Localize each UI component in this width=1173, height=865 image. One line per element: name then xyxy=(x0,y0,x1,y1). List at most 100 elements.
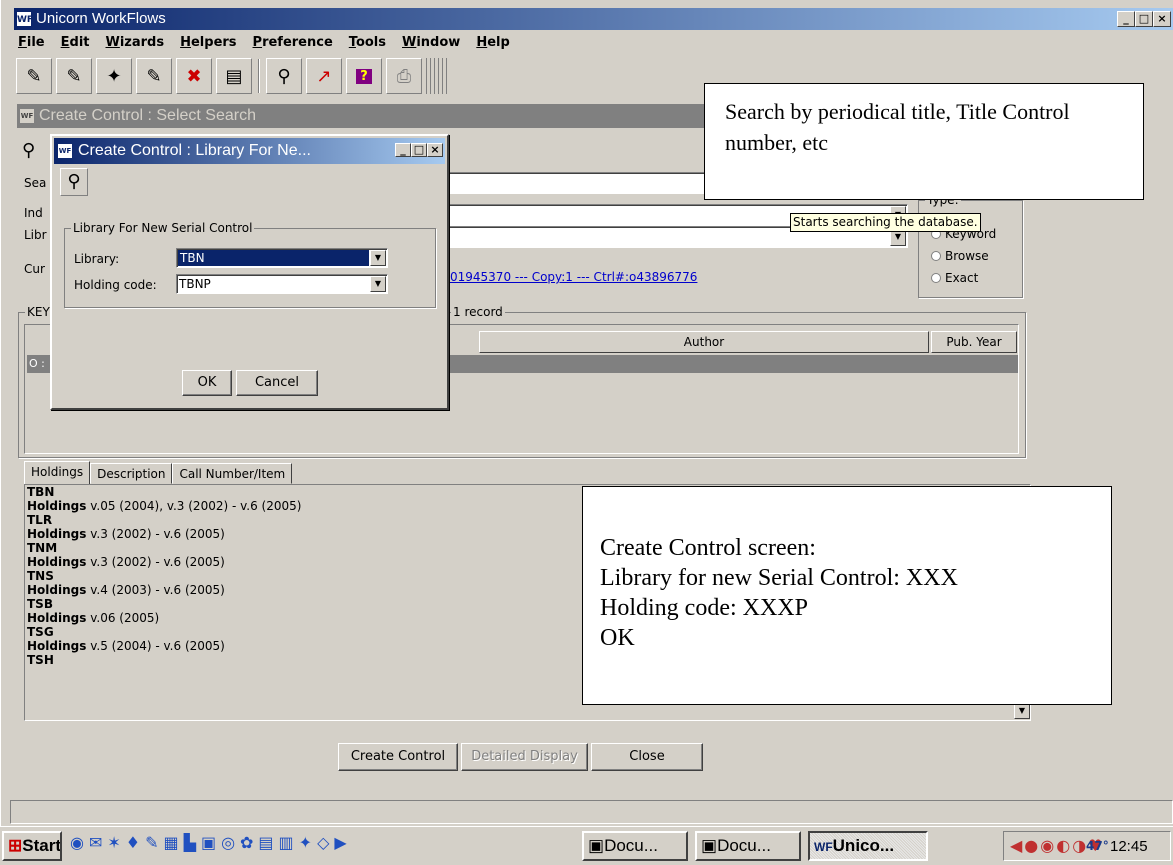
library-label: Libr xyxy=(24,228,47,242)
callout-line: Create Control screen: xyxy=(600,535,816,561)
holding-code-select[interactable]: TBNP ▼ xyxy=(176,274,388,294)
menu-edit[interactable]: Edit xyxy=(61,35,90,50)
search-tooltip: Starts searching the database. xyxy=(790,213,981,232)
holding-statement-label: Holdings xyxy=(27,555,87,569)
detailed-display-button[interactable]: Detailed Display xyxy=(461,743,588,771)
radio-browse[interactable]: Browse xyxy=(931,245,996,267)
menu-file[interactable]: File xyxy=(18,35,45,50)
close-button[interactable]: Close xyxy=(591,743,703,771)
library-group-legend: Library For New Serial Control xyxy=(71,221,255,235)
menu-helpers[interactable]: Helpers xyxy=(180,35,236,50)
print-icon[interactable]: ⎙ xyxy=(386,58,422,94)
app-icon: WF xyxy=(16,11,33,27)
holding-statement-value: v.05 (2004), v.3 (2002) - v.6 (2005) xyxy=(90,499,302,513)
radio-browse-label: Browse xyxy=(945,249,989,263)
wf-icon: WF xyxy=(814,840,833,854)
display-icon[interactable]: ▤ xyxy=(216,58,252,94)
callout-line: Library for new Serial Control: XXX xyxy=(600,565,958,591)
library-group: Library For New Serial Control xyxy=(64,221,436,308)
radio-exact-label: Exact xyxy=(945,271,979,285)
renew-icon[interactable]: ✦ xyxy=(96,58,132,94)
tab-call-number-item[interactable]: Call Number/Item xyxy=(172,463,293,484)
task-unicorn[interactable]: WFUnico... xyxy=(808,831,928,861)
column-pub-year[interactable]: Pub. Year xyxy=(931,331,1017,353)
inner-app-icon: WF xyxy=(20,109,34,123)
menu-tools[interactable]: Tools xyxy=(349,35,386,50)
radio-exact[interactable]: Exact xyxy=(931,267,996,289)
discharge-icon[interactable]: ✎ xyxy=(56,58,92,94)
tab-description[interactable]: Description xyxy=(90,463,173,484)
quick-launch-icons[interactable]: ◉✉✶♦✎▦▙▣◎✿▤▥✦◇▶ xyxy=(70,833,352,852)
system-tray: ◀●◉◐◑♥ 47° 12:45 PM xyxy=(1003,831,1171,861)
tray-temperature[interactable]: 47° xyxy=(1086,832,1109,860)
windows-logo-icon: ⊞ xyxy=(8,836,23,855)
menu-bar: File Edit Wizards Helpers Preference Too… xyxy=(18,35,510,50)
holding-statement-label: Holdings xyxy=(27,611,87,625)
holding-statement-label: Holdings xyxy=(27,639,87,653)
document-icon: ▣ xyxy=(701,836,718,855)
document-icon: ▣ xyxy=(588,836,605,855)
start-button[interactable]: ⊞Start xyxy=(2,831,62,861)
maximize-button[interactable]: □ xyxy=(1135,11,1153,27)
task-label: Docu... xyxy=(717,836,771,855)
tab-holdings[interactable]: Holdings xyxy=(24,461,91,484)
callout-line: Holding code: XXXP xyxy=(600,595,808,621)
binocular-icon[interactable]: ⚲ xyxy=(266,58,302,94)
menu-help[interactable]: Help xyxy=(476,35,509,50)
callout-line: OK xyxy=(600,625,635,651)
task-document-1[interactable]: ▣Docu... xyxy=(582,831,688,861)
binocular-small-icon[interactable]: ⚲ xyxy=(22,140,35,161)
dialog-close-button[interactable]: × xyxy=(427,143,443,157)
status-bar xyxy=(10,800,1173,824)
holding-code-value: TBNP xyxy=(179,277,211,291)
task-label: Docu... xyxy=(604,836,658,855)
taskbar: ⊞Start ◉✉✶♦✎▦▙▣◎✿▤▥✦◇▶ ▣Docu... ▣Docu...… xyxy=(0,826,1173,865)
checkin-icon[interactable]: ✎ xyxy=(136,58,172,94)
library-dialog[interactable]: WF Create Control : Library For Ne... _ … xyxy=(50,134,449,410)
search-label: Sea xyxy=(24,176,47,190)
title-bar[interactable]: WF Unicorn WorkFlows _ □ × xyxy=(14,8,1173,30)
ok-button[interactable]: OK xyxy=(182,370,232,396)
holding-statement-value: v.3 (2002) - v.6 (2005) xyxy=(90,527,225,541)
checkout-icon[interactable]: ✎ xyxy=(16,58,52,94)
holding-statement-value: v.06 (2005) xyxy=(90,611,160,625)
dialog-title: Create Control : Library For Ne... xyxy=(78,142,311,159)
close-window-button[interactable]: × xyxy=(1153,11,1171,27)
scroll-down-icon[interactable]: ▼ xyxy=(1014,703,1030,719)
dialog-minimize-button[interactable]: _ xyxy=(395,143,411,157)
minimize-button[interactable]: _ xyxy=(1117,11,1135,27)
library-value: TBN xyxy=(178,250,369,266)
inner-window-title-text: Create Control : Select Search xyxy=(39,107,256,124)
dialog-app-icon: WF xyxy=(58,144,72,158)
column-author[interactable]: Author xyxy=(479,331,929,353)
toolbar-grip[interactable] xyxy=(426,58,448,94)
library-select[interactable]: TBN ▼ xyxy=(176,248,388,268)
create-control-callout: Create Control screen: Library for new S… xyxy=(582,486,1112,705)
start-label: Start xyxy=(22,836,61,855)
chart-icon[interactable]: ↗ xyxy=(306,58,342,94)
menu-wizards[interactable]: Wizards xyxy=(106,35,165,50)
current-item-link[interactable]: 01945370 --- Copy:1 --- Ctrl#:o43896776 xyxy=(450,270,697,284)
dialog-maximize-button[interactable]: □ xyxy=(411,143,427,157)
chevron-down-icon[interactable]: ▼ xyxy=(370,250,386,266)
cancel-icon[interactable]: ✖ xyxy=(176,58,212,94)
holding-statement-label: Holdings xyxy=(27,499,87,513)
dialog-title-bar[interactable]: WF Create Control : Library For Ne... _ … xyxy=(54,138,445,164)
results-group-legend: KEY xyxy=(25,305,52,319)
index-label: Ind xyxy=(24,206,43,220)
holding-statement-value: v.5 (2004) - v.6 (2005) xyxy=(90,639,225,653)
clock[interactable]: 12:45 PM xyxy=(1110,833,1170,865)
holding-statement-value: v.3 (2002) - v.6 (2005) xyxy=(90,555,225,569)
holding-code-label: Holding code: xyxy=(74,278,157,292)
window-title: Unicorn WorkFlows xyxy=(36,10,166,27)
detail-tabs: Holdings Description Call Number/Item xyxy=(24,461,293,484)
menu-preference[interactable]: Preference xyxy=(253,35,333,50)
chevron-down-icon[interactable]: ▼ xyxy=(370,276,386,292)
create-control-button[interactable]: Create Control xyxy=(338,743,458,771)
help-icon[interactable]: ? xyxy=(346,58,382,94)
task-document-2[interactable]: ▣Docu... xyxy=(695,831,801,861)
binocular-icon[interactable]: ⚲ xyxy=(60,168,88,196)
cancel-button[interactable]: Cancel xyxy=(236,370,318,396)
menu-window[interactable]: Window xyxy=(402,35,460,50)
holding-statement-value: v.4 (2003) - v.6 (2005) xyxy=(90,583,225,597)
